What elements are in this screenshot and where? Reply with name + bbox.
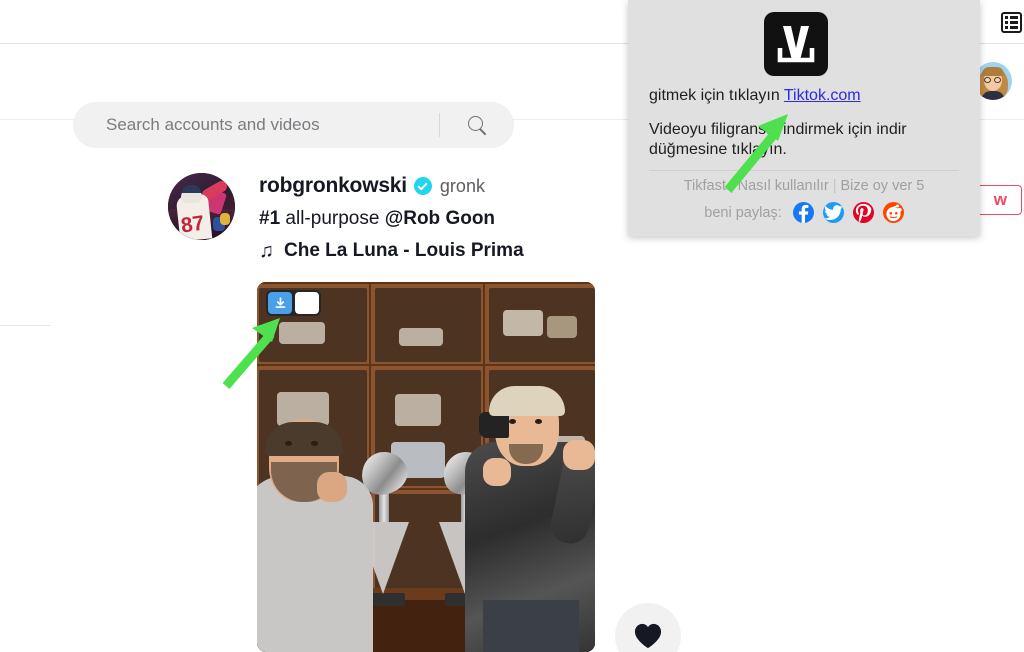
- popup-instruction-2: Videoyu filigransız indirmek için indir …: [649, 121, 907, 158]
- reddit-icon[interactable]: [882, 202, 904, 223]
- popup-share-row: beni paylaş:: [628, 202, 980, 223]
- search-icon: [467, 115, 487, 135]
- share-label: beni paylaş:: [704, 204, 782, 221]
- avatar-body: [981, 91, 1005, 100]
- cabinet: [483, 282, 595, 368]
- avatar-hair-top: [982, 67, 1004, 76]
- facebook-icon[interactable]: [792, 202, 814, 223]
- pinterest-icon[interactable]: [852, 202, 874, 223]
- verified-badge-icon: [413, 177, 432, 195]
- profile-description-mention[interactable]: @Rob Goon: [385, 208, 495, 229]
- download-button[interactable]: [268, 292, 292, 314]
- avatar-glasses-left: [984, 77, 991, 83]
- search-button[interactable]: [440, 102, 514, 148]
- page-root: w 87 robgronkowski gronk #1 al: [0, 0, 1024, 652]
- profile-music-row[interactable]: ♫ Che La Luna - Louis Prima: [259, 240, 819, 263]
- footer-separator: |: [729, 178, 734, 194]
- tiktok-link[interactable]: Tiktok.com: [784, 87, 861, 104]
- left-divider-line: [0, 325, 51, 326]
- profile-username[interactable]: robgronkowski: [259, 174, 407, 198]
- person-left: [257, 402, 373, 652]
- popup-instruction-1-text: gitmek için tıklayın: [649, 87, 784, 104]
- footer-rate-link[interactable]: Bize oy ver 5: [840, 178, 924, 194]
- extension-popup: gitmek için tıklayın Tiktok.com Videoyu …: [628, 0, 980, 236]
- search-box[interactable]: [73, 102, 514, 148]
- profile-description-text: all-purpose: [280, 208, 385, 229]
- profile-avatar[interactable]: 87: [168, 173, 235, 240]
- profile-avatar-number: 87: [179, 211, 206, 238]
- music-note-icon: ♫: [259, 239, 274, 262]
- profile-music-title: Che La Luna - Louis Prima: [284, 240, 524, 262]
- popup-divider: [649, 170, 959, 171]
- tikfast-logo-icon: [764, 12, 828, 76]
- list-view-icon[interactable]: [1001, 12, 1022, 33]
- person-right: [461, 362, 595, 652]
- like-button[interactable]: [615, 603, 681, 652]
- profile-avatar-crowd-b: [220, 213, 230, 225]
- profile-description-prefix: #1: [259, 208, 281, 229]
- profile-handle: gronk: [439, 175, 485, 196]
- twitter-icon[interactable]: [822, 202, 844, 223]
- footer-howto-link[interactable]: Nasıl kullanılır: [738, 178, 829, 194]
- popup-footer: Tikfast | Nasıl kullanılır | Bize oy ver 5: [628, 178, 980, 194]
- cabinet: [369, 282, 487, 368]
- footer-brand-link[interactable]: Tikfast: [684, 178, 726, 194]
- video-controls: [266, 290, 321, 316]
- search-input[interactable]: [73, 115, 439, 135]
- video-card[interactable]: [257, 282, 595, 652]
- popup-instruction-1: gitmek için tıklayın Tiktok.com: [649, 87, 861, 105]
- profile-avatar-helmet-top: [182, 185, 201, 193]
- heart-icon: [634, 623, 662, 649]
- avatar-glasses-right: [994, 77, 1001, 83]
- secondary-button[interactable]: [295, 292, 319, 314]
- footer-separator: |: [832, 178, 837, 194]
